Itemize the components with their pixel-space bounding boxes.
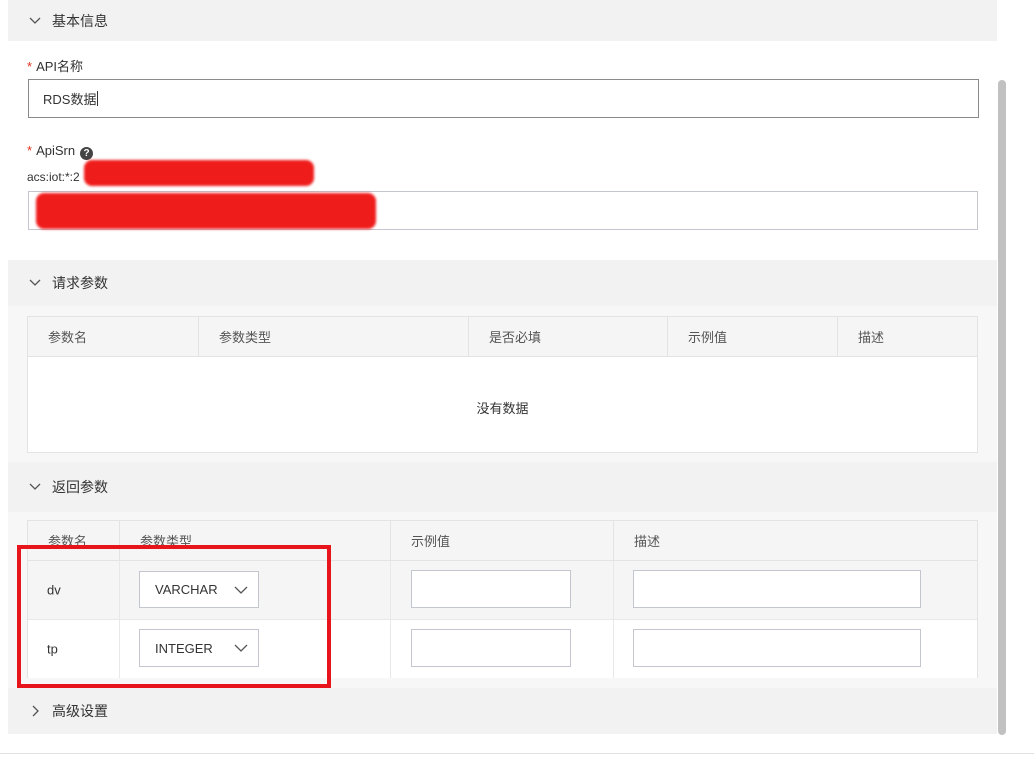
section-header-response-params[interactable]: 返回参数 [8, 462, 997, 512]
highlight-box-annotation [17, 545, 331, 688]
api-srn-label: * ApiSrn? [27, 143, 94, 160]
request-params-table: 参数名 参数类型 是否必填 示例值 描述 没有数据 [27, 316, 978, 453]
section-header-request-params[interactable]: 请求参数 [8, 260, 997, 306]
api-name-label-text: API名称 [36, 59, 84, 74]
api-srn-prefix: acs:iot:*:2 [27, 170, 80, 184]
section-title-response-params: 返回参数 [52, 479, 108, 495]
chevron-down-icon [28, 276, 42, 290]
cell-example [391, 561, 614, 619]
column-header-description: 描述 [634, 534, 661, 549]
section-header-basic-info[interactable]: 基本信息 [8, 0, 997, 41]
required-mark: * [27, 143, 33, 158]
chevron-down-icon [28, 14, 42, 28]
description-input[interactable] [633, 570, 921, 608]
column-header-required: 是否必填 [469, 317, 668, 356]
text-cursor [97, 91, 99, 106]
api-name-value: RDS数据 [43, 92, 97, 107]
example-input[interactable] [411, 570, 571, 608]
column-header-example: 示例值 [391, 521, 614, 560]
question-circle-icon[interactable]: ? [80, 147, 94, 160]
divider [0, 753, 1034, 754]
api-srn-label-text: ApiSrn [36, 143, 76, 158]
cell-example [391, 620, 614, 678]
chevron-down-icon [28, 480, 42, 494]
description-input[interactable] [633, 629, 921, 667]
section-title-advanced: 高级设置 [52, 703, 108, 719]
column-header-example: 示例值 [668, 317, 838, 356]
redaction-mark [36, 193, 376, 229]
column-header-param-type: 参数类型 [199, 317, 469, 356]
api-name-label: * API名称 [27, 56, 83, 75]
cell-description [614, 561, 977, 619]
required-mark: * [27, 59, 33, 74]
table-header: 参数名 参数类型 是否必填 示例值 描述 [28, 317, 977, 357]
cell-description [614, 620, 977, 678]
chevron-right-icon [28, 704, 42, 718]
empty-state-text: 没有数据 [476, 401, 529, 416]
redaction-mark [84, 160, 314, 186]
scrollbar-thumb[interactable] [998, 80, 1006, 735]
example-input[interactable] [411, 629, 571, 667]
column-header-param-name: 参数名 [28, 317, 199, 356]
column-header-description: 描述 [858, 330, 885, 345]
section-title-request-params: 请求参数 [52, 275, 108, 291]
api-name-input[interactable]: RDS数据 [28, 79, 979, 118]
section-title-basic-info: 基本信息 [52, 12, 108, 29]
section-header-advanced[interactable]: 高级设置 [8, 688, 997, 734]
